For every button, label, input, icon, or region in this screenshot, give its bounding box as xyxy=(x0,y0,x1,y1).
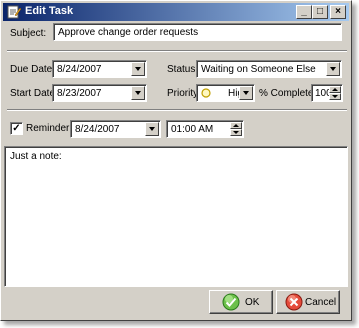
due-date-value: 8/24/2007 xyxy=(57,64,102,75)
spin-down-icon[interactable] xyxy=(329,93,341,100)
chevron-down-icon[interactable] xyxy=(239,86,253,100)
chevron-down-icon[interactable] xyxy=(131,62,145,76)
close-button[interactable]: × xyxy=(330,5,346,19)
complete-label: % Complete: xyxy=(259,88,317,99)
maximize-button[interactable]: □ xyxy=(312,5,328,19)
check-icon xyxy=(222,293,240,311)
reminder-date-value: 8/24/2007 xyxy=(75,124,120,135)
window-title: Edit Task xyxy=(25,5,74,17)
cancel-icon xyxy=(285,293,303,311)
separator xyxy=(7,50,347,52)
notes-textarea[interactable]: Just a note: xyxy=(4,146,348,287)
ok-label: OK xyxy=(245,297,260,308)
due-date-label: Due Date: xyxy=(10,64,56,75)
spinner-buttons[interactable] xyxy=(230,122,242,136)
title-bar[interactable]: Edit Task _ □ × xyxy=(3,3,349,21)
priority-circle-icon xyxy=(201,88,211,98)
status-select[interactable]: Waiting on Someone Else xyxy=(196,60,342,78)
status-label: Status: xyxy=(167,64,199,75)
cancel-label: Cancel xyxy=(305,297,337,308)
subject-label: Subject: xyxy=(10,28,47,39)
chevron-down-icon[interactable] xyxy=(131,86,145,100)
subject-input[interactable]: Approve change order requests xyxy=(53,23,342,41)
chevron-down-icon[interactable] xyxy=(326,62,340,76)
start-date-value: 8/23/2007 xyxy=(57,88,102,99)
start-date-picker[interactable]: 8/23/2007 xyxy=(52,84,147,102)
spin-up-icon[interactable] xyxy=(329,86,341,93)
ok-button[interactable]: OK xyxy=(209,290,273,314)
reminder-time-spinner[interactable]: 01:00 AM xyxy=(166,120,244,138)
minimize-button[interactable]: _ xyxy=(296,5,312,19)
separator xyxy=(7,109,347,111)
subject-value: Approve change order requests xyxy=(58,27,199,38)
reminder-checkbox[interactable]: ✓ xyxy=(10,122,23,135)
cancel-button[interactable]: Cancel xyxy=(276,290,340,314)
edit-task-dialog: Edit Task _ □ × Subject: Approve change … xyxy=(0,0,352,321)
start-date-label: Start Date: xyxy=(10,88,58,99)
status-value: Waiting on Someone Else xyxy=(201,64,316,75)
spin-up-icon[interactable] xyxy=(230,122,242,129)
spinner-buttons[interactable] xyxy=(329,86,341,100)
task-icon xyxy=(7,5,22,19)
reminder-time-value: 01:00 AM xyxy=(171,124,214,135)
complete-spinner[interactable]: 100 xyxy=(311,84,343,102)
reminder-date-picker[interactable]: 8/24/2007 xyxy=(70,120,161,138)
notes-text: Just a note: xyxy=(10,151,62,162)
due-date-picker[interactable]: 8/24/2007 xyxy=(52,60,147,78)
spin-down-icon[interactable] xyxy=(230,129,242,136)
reminder-label: Reminder xyxy=(26,123,70,134)
priority-select[interactable]: High xyxy=(196,84,255,102)
chevron-down-icon[interactable] xyxy=(145,122,159,136)
